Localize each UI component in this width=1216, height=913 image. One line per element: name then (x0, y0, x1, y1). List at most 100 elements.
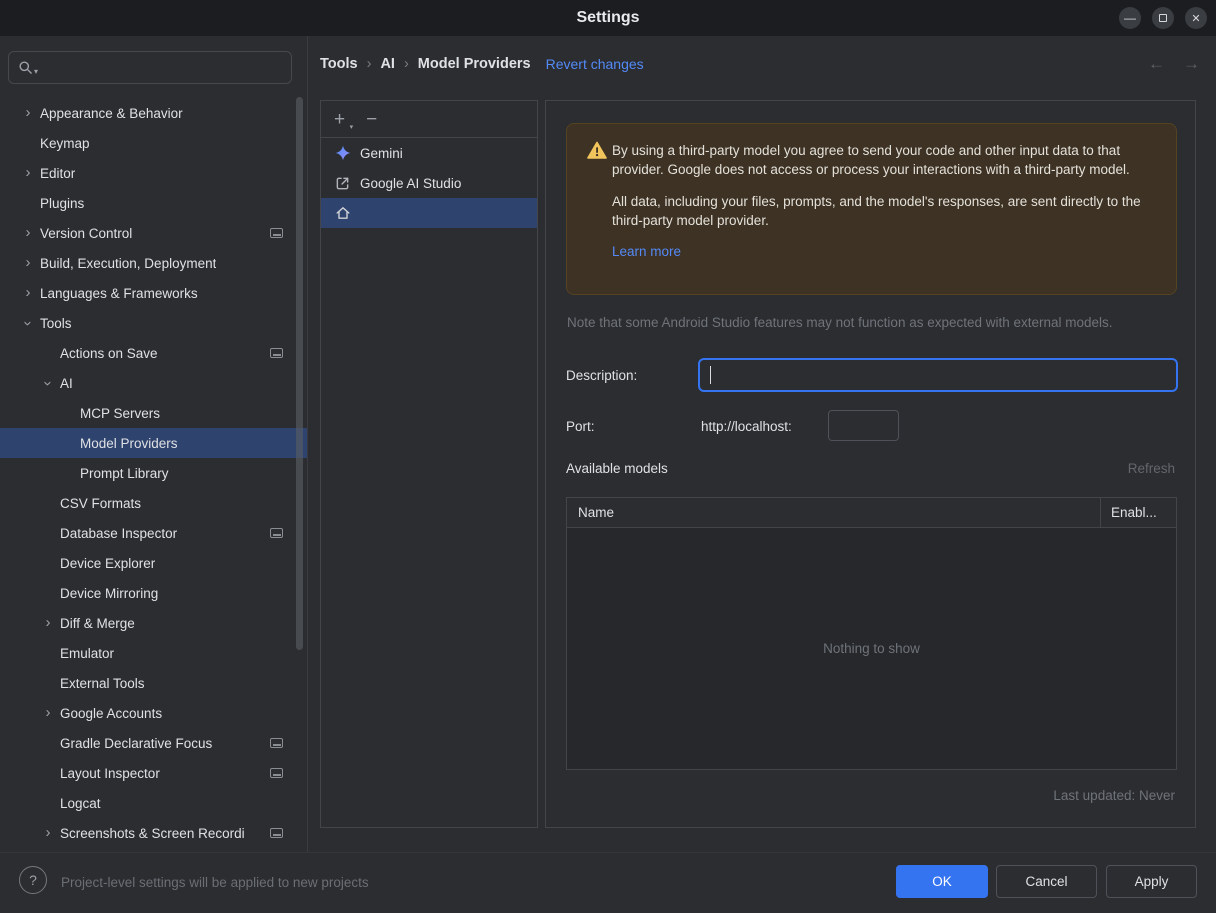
tree-item[interactable]: › CSV Formats (0, 488, 307, 518)
google-ai-studio-icon (334, 175, 351, 192)
tree-item-label: Logcat (60, 795, 101, 811)
tree-item[interactable]: › Plugins (0, 188, 307, 218)
breadcrumb-item[interactable]: Model Providers (418, 56, 531, 72)
provider-item[interactable]: Google AI Studio (321, 168, 537, 198)
window-title: Settings (576, 9, 640, 26)
tree-item[interactable]: › Model Providers (0, 428, 307, 458)
tree-item[interactable]: › MCP Servers (0, 398, 307, 428)
tree-item-label: Tools (40, 315, 72, 331)
column-header-enabled[interactable]: Enabl... (1100, 498, 1176, 527)
settings-search-input[interactable] (40, 60, 282, 75)
warning-triangle-icon (587, 141, 607, 162)
tree-item[interactable]: › Screenshots & Screen Recordi (0, 818, 307, 848)
chevron-icon[interactable]: › (20, 311, 37, 335)
warning-paragraph-2: All data, including your files, prompts,… (612, 194, 1141, 229)
tree-item[interactable]: › Device Mirroring (0, 578, 307, 608)
tree-item[interactable]: › Device Explorer (0, 548, 307, 578)
tree-item[interactable]: › Actions on Save (0, 338, 307, 368)
provider-panel: + ▾ − Gemini Google AI Studio (320, 100, 538, 828)
chevron-icon[interactable]: › (40, 371, 57, 395)
tree-item-label: Screenshots & Screen Recordi (60, 825, 245, 841)
breadcrumb-separator: › (366, 56, 372, 72)
chevron-icon[interactable]: › (16, 105, 40, 120)
tree-item[interactable]: › Google Accounts (0, 698, 307, 728)
screen-badge-icon (270, 228, 283, 238)
tree-item-label: Languages & Frameworks (40, 285, 198, 301)
add-provider-button[interactable]: + ▾ (334, 110, 353, 131)
chevron-icon[interactable]: › (36, 825, 60, 840)
port-input[interactable] (828, 410, 899, 441)
revert-changes-link[interactable]: Revert changes (546, 56, 644, 72)
tree-item-label: Device Mirroring (60, 585, 159, 601)
chevron-icon[interactable]: › (16, 255, 40, 270)
sidebar-scrollbar[interactable] (296, 97, 303, 650)
provider-item[interactable]: Gemini (321, 138, 537, 168)
tree-item[interactable]: › Gradle Declarative Focus (0, 728, 307, 758)
provider-label: Google AI Studio (360, 175, 462, 191)
tree-item-label: Keymap (40, 135, 90, 151)
learn-more-link[interactable]: Learn more (612, 244, 681, 259)
tree-item-label: Emulator (60, 645, 115, 661)
search-icon (18, 60, 33, 75)
tree-item[interactable]: › Layout Inspector (0, 758, 307, 788)
breadcrumb: Tools › AI › Model Providers (320, 56, 531, 72)
tree-item[interactable]: › Database Inspector (0, 518, 307, 548)
tree-item-label: CSV Formats (60, 495, 142, 511)
screen-badge-icon (270, 738, 283, 748)
last-updated-text: Last updated: Never (1053, 788, 1175, 803)
footer-note: Project-level settings will be applied t… (61, 875, 369, 890)
tree-item[interactable]: › External Tools (0, 668, 307, 698)
tree-item[interactable]: › AI (0, 368, 307, 398)
tree-item[interactable]: › Version Control (0, 218, 307, 248)
maximize-icon (1159, 14, 1167, 22)
chevron-icon[interactable]: › (16, 165, 40, 180)
minimize-button[interactable]: — (1119, 7, 1141, 29)
close-button[interactable]: ✕ (1185, 7, 1207, 29)
screen-badge-icon (270, 348, 283, 358)
search-history-caret-icon[interactable]: ▾ (34, 67, 38, 83)
back-arrow-icon[interactable]: ← (1148, 54, 1165, 74)
tree-item[interactable]: › Editor (0, 158, 307, 188)
chevron-icon[interactable]: › (16, 225, 40, 240)
screen-badge-icon (270, 528, 283, 538)
tree-item[interactable]: › Tools (0, 308, 307, 338)
models-table-header: Name Enabl... (567, 498, 1176, 528)
tree-item[interactable]: › Appearance & Behavior (0, 98, 307, 128)
maximize-button[interactable] (1152, 7, 1174, 29)
tree-item-label: Diff & Merge (60, 615, 135, 631)
breadcrumb-bar: Tools › AI › Model Providers Revert changes (320, 52, 644, 76)
refresh-button[interactable]: Refresh (1128, 461, 1175, 476)
breadcrumb-item[interactable]: Tools (320, 56, 358, 72)
tree-item-label: Layout Inspector (60, 765, 160, 781)
warning-text: By using a third-party model you agree t… (612, 141, 1159, 231)
description-field-wrap (698, 358, 1178, 392)
chevron-icon[interactable]: › (36, 615, 60, 630)
breadcrumb-item[interactable]: AI (380, 56, 395, 72)
port-prefix: http://localhost: (701, 419, 792, 434)
cancel-button[interactable]: Cancel (996, 865, 1097, 898)
forward-arrow-icon[interactable]: → (1183, 54, 1200, 74)
tree-item[interactable]: › Emulator (0, 638, 307, 668)
tree-item[interactable]: › Diff & Merge (0, 608, 307, 638)
column-header-name[interactable]: Name (567, 498, 1100, 527)
tree-item[interactable]: › Prompt Library (0, 458, 307, 488)
tree-item[interactable]: › Build, Execution, Deployment (0, 248, 307, 278)
description-input[interactable] (698, 358, 1178, 392)
chevron-icon[interactable]: › (16, 285, 40, 300)
third-party-warning-banner: By using a third-party model you agree t… (566, 123, 1177, 295)
chevron-icon[interactable]: › (36, 705, 60, 720)
screen-badge-icon (270, 768, 283, 778)
tree-item[interactable]: › Languages & Frameworks (0, 278, 307, 308)
help-button[interactable]: ? (19, 866, 47, 894)
tree-item-label: Prompt Library (80, 465, 169, 481)
provider-toolbar: + ▾ − (321, 101, 537, 138)
ok-button[interactable]: OK (896, 865, 988, 898)
remove-provider-button[interactable]: − (366, 110, 377, 129)
tree-item[interactable]: › Logcat (0, 788, 307, 818)
provider-item[interactable] (321, 198, 537, 228)
apply-button[interactable]: Apply (1106, 865, 1197, 898)
tree-item[interactable]: › Keymap (0, 128, 307, 158)
history-nav: ← → (1148, 54, 1200, 74)
titlebar: Settings — ✕ (0, 0, 1216, 36)
search-box[interactable]: ▾ (8, 51, 292, 84)
